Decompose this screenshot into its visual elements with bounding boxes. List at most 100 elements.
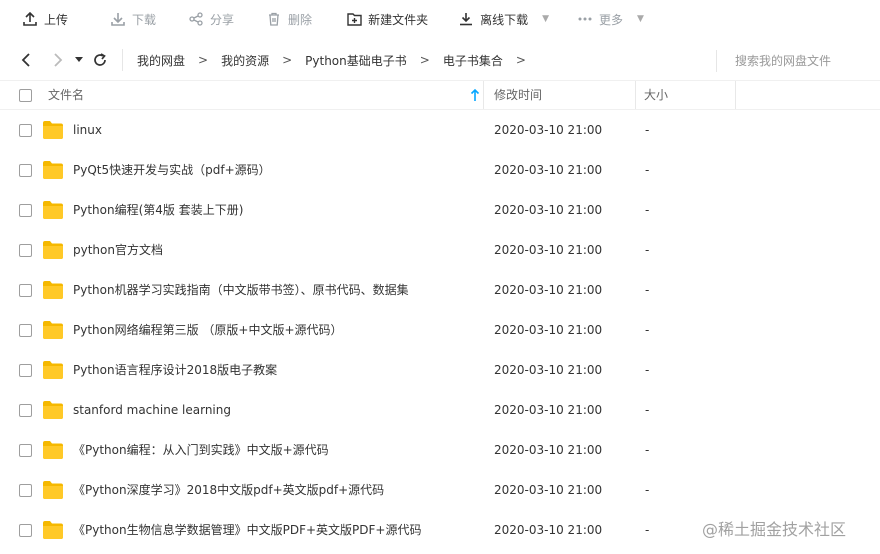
- folder-icon: [43, 321, 63, 339]
- modified-time: 2020-03-10 21:00: [494, 123, 603, 137]
- refresh-icon: [94, 53, 106, 66]
- more-label: 更多: [599, 12, 624, 27]
- divider: [122, 49, 123, 71]
- file-size: -: [645, 523, 650, 537]
- row-checkbox[interactable]: [19, 524, 32, 537]
- row-checkbox[interactable]: [19, 404, 32, 417]
- select-all-checkbox[interactable]: [19, 89, 32, 102]
- row-checkbox[interactable]: [19, 244, 32, 257]
- file-name[interactable]: linux: [73, 110, 102, 150]
- column-header-name[interactable]: 文件名: [48, 81, 484, 109]
- row-checkbox[interactable]: [19, 204, 32, 217]
- modified-time: 2020-03-10 21:00: [494, 283, 603, 297]
- breadcrumb-separator[interactable]: >: [507, 53, 535, 67]
- table-row[interactable]: python官方文档 2020-03-10 21:00 -: [0, 230, 880, 270]
- file-name[interactable]: Python语言程序设计2018版电子教案: [73, 350, 277, 390]
- delete-label: 删除: [288, 12, 313, 27]
- breadcrumb-separator: >: [419, 53, 430, 67]
- file-size: -: [645, 403, 650, 417]
- offline-download-button[interactable]: 离线下载 ▼: [446, 0, 561, 38]
- modified-time: 2020-03-10 21:00: [494, 523, 603, 537]
- file-size: -: [645, 243, 650, 257]
- table-row[interactable]: Python机器学习实践指南（中文版带书签）、原书代码、数据集 2020-03-1…: [0, 270, 880, 310]
- upload-label: 上传: [44, 12, 69, 27]
- new-folder-icon: [346, 11, 362, 27]
- modified-time: 2020-03-10 21:00: [494, 443, 603, 457]
- refresh-button[interactable]: [86, 46, 114, 74]
- table-row[interactable]: Python网络编程第三版 （原版+中文版+源代码） 2020-03-10 21:…: [0, 310, 880, 350]
- modified-time: 2020-03-10 21:00: [494, 323, 603, 337]
- file-name[interactable]: 《Python编程：从入门到实践》中文版+源代码: [73, 430, 329, 470]
- folder-icon: [43, 161, 63, 179]
- file-name[interactable]: Python编程(第4版 套装上下册): [73, 190, 243, 230]
- folder-icon: [43, 241, 63, 259]
- new-folder-button[interactable]: 新建文件夹: [334, 0, 440, 38]
- row-checkbox[interactable]: [19, 324, 32, 337]
- new-folder-label: 新建文件夹: [368, 12, 429, 27]
- file-name[interactable]: Python机器学习实践指南（中文版带书签）、原书代码、数据集: [73, 270, 409, 310]
- more-button[interactable]: 更多 ▼: [565, 0, 656, 38]
- file-name[interactable]: 《Python深度学习》2018中文版pdf+英文版pdf+源代码: [73, 470, 384, 510]
- table-row[interactable]: PyQt5快速开发与实战（pdf+源码） 2020-03-10 21:00 -: [0, 150, 880, 190]
- folder-icon: [43, 401, 63, 419]
- file-name[interactable]: stanford machine learning: [73, 390, 231, 430]
- breadcrumb-item[interactable]: 我的资源: [217, 52, 273, 69]
- share-button[interactable]: 分享: [176, 0, 246, 38]
- share-icon: [188, 11, 204, 27]
- sort-ascending-icon[interactable]: [470, 88, 480, 102]
- column-header-modified[interactable]: 修改时间: [486, 81, 636, 109]
- table-row[interactable]: 《Python深度学习》2018中文版pdf+英文版pdf+源代码 2020-03…: [0, 470, 880, 510]
- table-row[interactable]: Python语言程序设计2018版电子教案 2020-03-10 21:00 -: [0, 350, 880, 390]
- table-row[interactable]: 《Python编程：从入门到实践》中文版+源代码 2020-03-10 21:00…: [0, 430, 880, 470]
- file-name[interactable]: 《Python生物信息学数据管理》中文版PDF+英文版PDF+源代码: [73, 510, 421, 550]
- file-size: -: [645, 163, 650, 177]
- chevron-down-icon[interactable]: ▼: [542, 14, 549, 24]
- row-checkbox[interactable]: [19, 484, 32, 497]
- folder-icon: [43, 481, 63, 499]
- file-name[interactable]: python官方文档: [73, 230, 163, 270]
- share-label: 分享: [210, 12, 235, 27]
- chevron-down-icon[interactable]: ▼: [637, 14, 644, 24]
- forward-button[interactable]: [44, 46, 72, 74]
- table-row[interactable]: stanford machine learning 2020-03-10 21:0…: [0, 390, 880, 430]
- file-size: -: [645, 283, 650, 297]
- chevron-left-icon: [21, 53, 30, 67]
- delete-button[interactable]: 删除: [254, 0, 324, 38]
- row-checkbox[interactable]: [19, 444, 32, 457]
- modified-time: 2020-03-10 21:00: [494, 483, 603, 497]
- folder-icon: [43, 281, 63, 299]
- upload-button[interactable]: 上传: [0, 0, 80, 38]
- file-size: -: [645, 323, 650, 337]
- back-button[interactable]: [12, 46, 40, 74]
- breadcrumb-item[interactable]: 电子书集合: [439, 52, 507, 69]
- table-row[interactable]: Python编程(第4版 套装上下册) 2020-03-10 21:00 -: [0, 190, 880, 230]
- file-size: -: [645, 203, 650, 217]
- row-checkbox[interactable]: [19, 124, 32, 137]
- download-label: 下载: [132, 12, 157, 27]
- modified-time: 2020-03-10 21:00: [494, 403, 603, 417]
- modified-time: 2020-03-10 21:00: [494, 363, 603, 377]
- row-checkbox[interactable]: [19, 164, 32, 177]
- breadcrumb-item[interactable]: Python基础电子书: [301, 52, 411, 69]
- file-name[interactable]: PyQt5快速开发与实战（pdf+源码）: [73, 150, 271, 190]
- breadcrumb-separator: >: [282, 53, 293, 67]
- modified-time: 2020-03-10 21:00: [494, 203, 603, 217]
- folder-icon: [43, 201, 63, 219]
- breadcrumb: 我的网盘 > 我的资源 > Python基础电子书 > 电子书集合 >: [133, 42, 535, 78]
- folder-icon: [43, 121, 63, 139]
- download-button[interactable]: 下载: [98, 0, 168, 38]
- row-checkbox[interactable]: [19, 364, 32, 377]
- download-icon: [110, 11, 126, 27]
- more-dots-icon: [577, 11, 593, 27]
- row-checkbox[interactable]: [19, 284, 32, 297]
- history-dropdown[interactable]: [72, 46, 86, 74]
- file-list: linux 2020-03-10 21:00- PyQt5快速开发与实战（pdf+源…: [0, 110, 880, 550]
- table-row[interactable]: linux 2020-03-10 21:00 -: [0, 110, 880, 150]
- search-input[interactable]: 搜索我的网盘文件: [716, 50, 880, 72]
- file-size: -: [645, 123, 650, 137]
- caret-down-icon: [75, 57, 83, 62]
- file-name[interactable]: Python网络编程第三版 （原版+中文版+源代码）: [73, 310, 343, 350]
- column-header-size[interactable]: 大小: [636, 81, 736, 109]
- breadcrumb-item[interactable]: 我的网盘: [133, 52, 189, 69]
- file-size: -: [645, 443, 650, 457]
